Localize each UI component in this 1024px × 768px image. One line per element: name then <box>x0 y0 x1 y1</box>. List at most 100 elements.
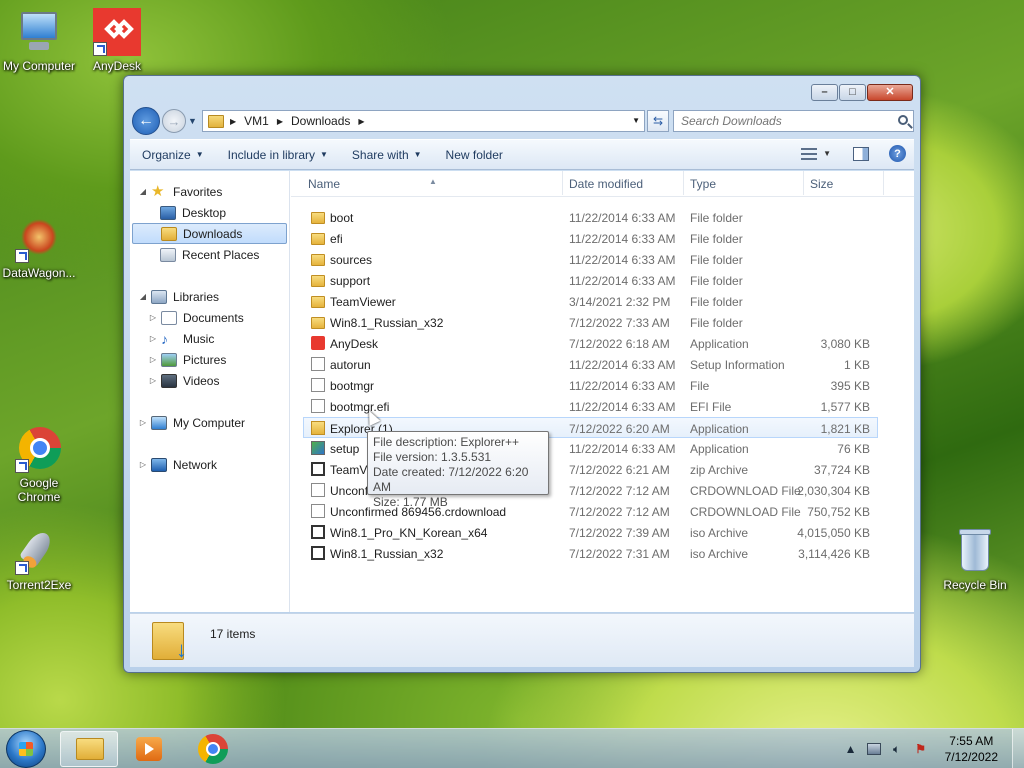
refresh-button[interactable]: ⇆ <box>647 110 669 132</box>
file-row[interactable]: autorun 11/22/2014 6:33 AM Setup Informati… <box>291 354 914 375</box>
folder-icon <box>311 275 325 287</box>
file-row[interactable]: boot 11/22/2014 6:33 AM File folder <box>291 207 914 228</box>
desktop-icon-anydesk[interactable]: AnyDesk <box>75 8 159 73</box>
column-size-header[interactable]: Size <box>810 177 833 191</box>
file-row[interactable]: sources 11/22/2014 6:33 AM File folder <box>291 249 914 270</box>
file-name: TeamViewer <box>330 295 396 309</box>
maximize-button[interactable]: □ <box>839 84 866 101</box>
nav-label: Documents <box>183 310 244 325</box>
collapse-triangle-icon[interactable]: ▷ <box>138 418 148 427</box>
tooltip-version: File version: 1.3.5.531 <box>373 450 492 464</box>
file-row[interactable]: AnyDesk 7/12/2022 6:18 AM Application 3,080… <box>291 333 914 354</box>
navigation-pane: ◢ ★ Favorites Desktop Downloads Recent P… <box>130 171 290 612</box>
videos-icon <box>161 373 177 388</box>
forward-button[interactable]: → <box>162 109 186 133</box>
file-row[interactable]: Win8.1_Russian_x32 7/12/2022 7:33 AM File … <box>291 312 914 333</box>
expand-triangle-icon[interactable]: ◢ <box>138 187 148 196</box>
volume-icon[interactable]: 🔈︎ <box>889 741 905 757</box>
nav-label: Recent Places <box>182 247 260 262</box>
file-row[interactable]: bootmgr 11/22/2014 6:33 AM File 395 KB <box>291 375 914 396</box>
desktop-icon-recycle-bin[interactable]: Recycle Bin <box>933 527 1017 592</box>
minimize-button[interactable]: – <box>811 84 838 101</box>
column-divider[interactable] <box>562 171 563 195</box>
show-desktop-button[interactable] <box>1012 729 1024 768</box>
recent-places-icon <box>160 247 176 262</box>
nav-music[interactable]: ▷ ♪ Music <box>130 328 289 349</box>
desktop-icon-google-chrome[interactable]: Google Chrome <box>0 425 81 504</box>
collapse-triangle-icon[interactable]: ▷ <box>148 313 158 322</box>
search-box[interactable] <box>673 110 914 132</box>
clock[interactable]: 7:55 AM 7/12/2022 <box>945 733 998 765</box>
recent-pages-dropdown[interactable]: ▼ <box>188 116 197 126</box>
file-type: File folder <box>690 274 743 288</box>
include-in-library-button[interactable]: Include in library ▼ <box>216 140 340 169</box>
sort-ascending-icon: ▲ <box>429 177 437 186</box>
taskbar-chrome-button[interactable] <box>184 731 242 767</box>
file-row[interactable]: TeamViewer 3/14/2021 2:32 PM File folder <box>291 291 914 312</box>
nav-desktop[interactable]: Desktop <box>130 202 289 223</box>
column-date-modified-header[interactable]: Date modified <box>569 177 643 191</box>
file-date-modified: 11/22/2014 6:33 AM <box>569 379 676 393</box>
network-icon <box>151 457 167 472</box>
start-button[interactable] <box>6 730 46 768</box>
nav-libraries[interactable]: ◢ Libraries <box>130 286 289 307</box>
search-input[interactable] <box>681 114 881 128</box>
nav-pictures[interactable]: ▷ Pictures <box>130 349 289 370</box>
taskbar-explorer-button[interactable] <box>60 731 118 767</box>
column-divider[interactable] <box>803 171 804 195</box>
action-center-flag-icon[interactable]: ⚑ <box>913 741 929 757</box>
new-folder-button[interactable]: New folder <box>434 140 515 169</box>
desktop-icon-label: AnyDesk <box>92 59 142 73</box>
file-type: Application <box>690 442 749 456</box>
chevron-down-icon[interactable]: ▼ <box>823 149 831 158</box>
address-bar[interactable]: ▶ VM1 ▶ Downloads ▶ ▼ <box>202 110 645 132</box>
file-row[interactable]: efi 11/22/2014 6:33 AM File folder <box>291 228 914 249</box>
help-icon[interactable]: ? <box>889 145 906 162</box>
file-row[interactable]: Win8.1_Russian_x32 7/12/2022 7:31 AM iso A… <box>291 543 914 564</box>
close-button[interactable]: ✕ <box>867 84 913 101</box>
breadcrumb-downloads[interactable]: Downloads <box>291 114 350 128</box>
clock-time: 7:55 AM <box>949 734 994 748</box>
nav-favorites[interactable]: ◢ ★ Favorites <box>130 181 289 202</box>
preview-pane-icon[interactable] <box>853 146 869 161</box>
desktop-icon-datawagon[interactable]: DataWagon... <box>0 215 81 280</box>
search-icon[interactable] <box>898 115 908 125</box>
breadcrumb-vm1[interactable]: VM1 <box>244 114 269 128</box>
rocket-icon <box>15 527 63 575</box>
file-icon <box>311 378 325 392</box>
collapse-triangle-icon[interactable]: ▷ <box>148 376 158 385</box>
collapse-triangle-icon[interactable]: ▷ <box>148 334 158 343</box>
file-row[interactable]: bootmgr.efi 11/22/2014 6:33 AM EFI File 1,5… <box>291 396 914 417</box>
show-hidden-icons-icon[interactable]: ▲ <box>843 741 859 757</box>
change-view-icon[interactable] <box>801 147 818 160</box>
nav-label: Desktop <box>182 205 227 220</box>
computer-icon <box>15 8 63 56</box>
nav-my-computer[interactable]: ▷ My Computer <box>130 412 289 433</box>
nav-documents[interactable]: ▷ Documents <box>130 307 289 328</box>
taskbar-media-player-button[interactable] <box>120 731 178 767</box>
column-name-header[interactable]: Name <box>308 177 340 191</box>
column-divider[interactable] <box>883 171 884 195</box>
expand-triangle-icon[interactable]: ◢ <box>138 292 148 301</box>
share-with-button[interactable]: Share with ▼ <box>340 140 434 169</box>
nav-label: Music <box>183 331 215 346</box>
desktop-icon-my-computer[interactable]: My Computer <box>0 8 81 73</box>
nav-network[interactable]: ▷ Network <box>130 454 289 475</box>
file-row[interactable]: support 11/22/2014 6:33 AM File folder <box>291 270 914 291</box>
collapse-triangle-icon[interactable]: ▷ <box>138 460 148 469</box>
nav-downloads[interactable]: Downloads <box>132 223 287 244</box>
file-row[interactable]: Win8.1_Pro_KN_Korean_x64 7/12/2022 7:39 A… <box>291 522 914 543</box>
desktop-icon-torrent2exe[interactable]: Torrent2Exe <box>0 527 81 592</box>
chevron-down-icon: ▼ <box>320 150 328 159</box>
nav-recent-places[interactable]: Recent Places <box>130 244 289 265</box>
desktop-icon-label: Chrome <box>17 490 61 504</box>
column-divider[interactable] <box>683 171 684 195</box>
address-dropdown-icon[interactable]: ▼ <box>632 116 640 125</box>
collapse-triangle-icon[interactable]: ▷ <box>148 355 158 364</box>
organize-button[interactable]: Organize ▼ <box>130 140 216 169</box>
nav-videos[interactable]: ▷ Videos <box>130 370 289 391</box>
file-size: 3,114,426 KB <box>798 547 870 561</box>
column-type-header[interactable]: Type <box>690 177 716 191</box>
back-button[interactable]: ← <box>132 107 160 135</box>
network-status-icon[interactable] <box>866 743 881 755</box>
